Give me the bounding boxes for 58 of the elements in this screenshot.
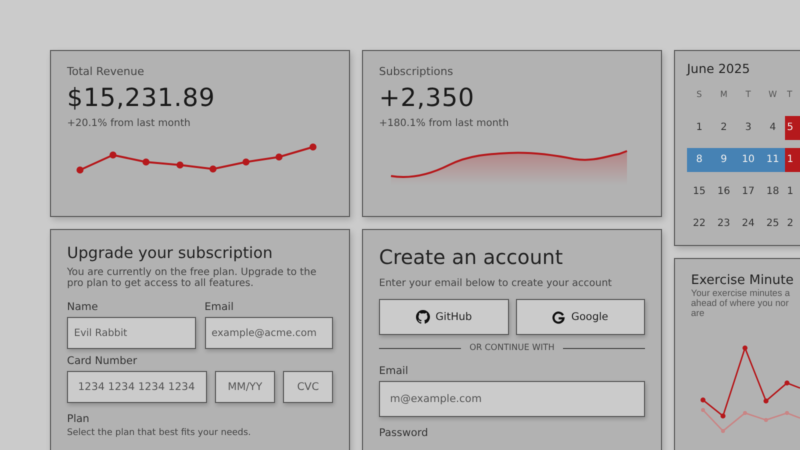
field-label: Email <box>204 301 235 313</box>
description-line: are <box>691 308 706 318</box>
calendar-day[interactable]: 10 <box>736 148 760 172</box>
field-label: Email <box>379 365 410 377</box>
calendar-month: June 2025 <box>687 61 752 76</box>
google-icon <box>552 310 566 324</box>
calendar-day[interactable]: 22 <box>687 212 712 236</box>
calendar-day[interactable]: 9 <box>712 148 736 172</box>
calendar-day[interactable]: 11 <box>760 148 785 172</box>
email-field[interactable]: m@example.com <box>379 381 645 417</box>
calendar-day[interactable]: 25 <box>760 212 785 236</box>
change-text: +180.1% from last month <box>379 118 510 129</box>
weekday-label: T <box>744 90 752 100</box>
weekday-label: W <box>768 90 778 100</box>
weekday-label: T <box>786 90 794 100</box>
calendar-day[interactable]: 16 <box>712 180 736 204</box>
divider-label: OR CONTINUE WITH <box>469 343 555 353</box>
card-description: You are currently on the free plan. Upgrade to the pro plan to get access to all features. <box>67 267 318 289</box>
field-label: Plan <box>67 413 90 425</box>
description-line: Your exercise minutes a <box>691 288 791 298</box>
calendar-day[interactable]: 23 <box>712 212 736 236</box>
weekday-label: M <box>719 90 728 100</box>
calendar-day[interactable]: 18 <box>760 180 785 204</box>
field-label: Password <box>379 427 430 439</box>
subscriptions-value: +2,350 <box>379 83 476 112</box>
github-button[interactable]: GitHub <box>379 299 508 335</box>
weekday-label: S <box>696 90 703 100</box>
calendar-day[interactable]: 17 <box>736 180 760 204</box>
cvc-field[interactable]: CVC <box>283 371 333 403</box>
calendar-day[interactable]: 5 <box>785 116 800 140</box>
calendar-day[interactable]: 15 <box>687 180 712 204</box>
card-title: Create an account <box>379 245 564 269</box>
github-icon <box>416 310 430 324</box>
change-text: +20.1% from last month <box>67 118 192 129</box>
calendar-day[interactable]: 8 <box>687 148 712 172</box>
plan-hint: Select the plan that best fits your needs. <box>67 428 252 438</box>
card-description: Enter your email below to create your account <box>379 278 613 289</box>
calendar-day[interactable]: 1 <box>785 148 800 172</box>
calendar-day[interactable]: 2 <box>785 212 800 236</box>
card-title: Subscriptions <box>379 65 454 78</box>
email-field[interactable]: example@acme.com <box>204 317 333 349</box>
card-title: Total Revenue <box>67 65 146 78</box>
calendar-day[interactable]: 24 <box>736 212 760 236</box>
revenue-value: $15,231.89 <box>67 83 216 112</box>
field-label: Card Number <box>67 355 138 367</box>
calendar-day[interactable]: 1 <box>687 116 712 140</box>
calendar-day[interactable]: 3 <box>736 116 760 140</box>
google-button[interactable]: Google <box>516 299 645 335</box>
card-title: Upgrade your subscription <box>67 244 274 262</box>
card-number-field[interactable]: 1234 1234 1234 1234 <box>67 371 207 403</box>
calendar-day[interactable]: 1 <box>785 180 800 204</box>
field-label: Name <box>67 301 99 313</box>
calendar-day[interactable]: 4 <box>760 116 785 140</box>
card-title: Exercise Minute <box>691 273 795 288</box>
expiry-field[interactable]: MM/YY <box>215 371 275 403</box>
calendar-day[interactable]: 2 <box>712 116 736 140</box>
name-field[interactable]: Evil Rabbit <box>67 317 196 349</box>
description-line: ahead of where you nor <box>691 298 790 308</box>
